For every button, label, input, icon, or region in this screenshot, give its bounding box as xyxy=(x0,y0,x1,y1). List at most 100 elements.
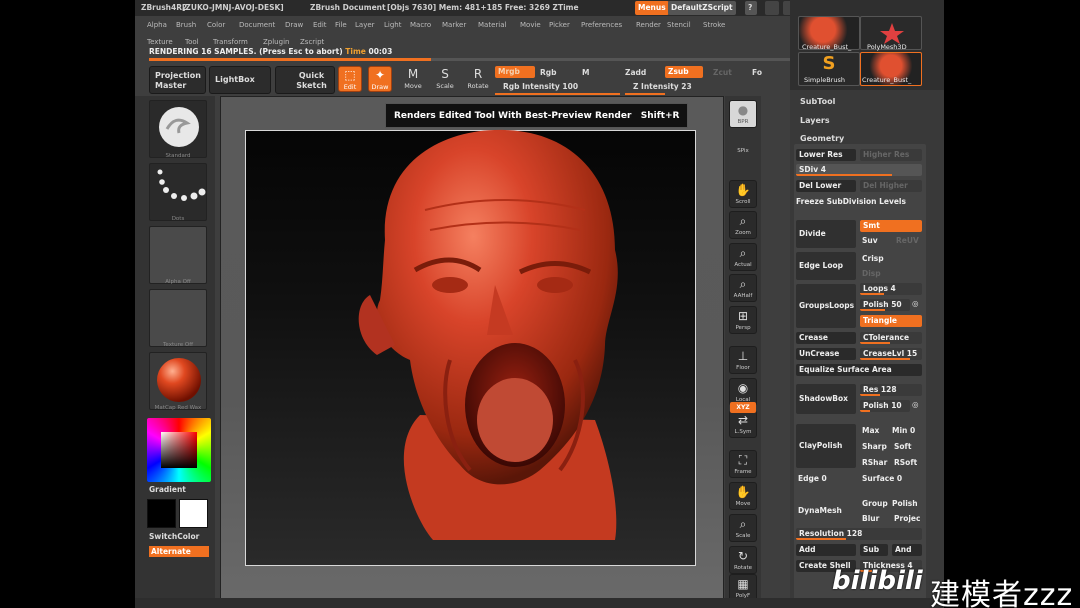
lightbox-button[interactable]: LightBox xyxy=(209,66,271,94)
claypolish-button[interactable]: ClayPolish xyxy=(796,424,856,468)
shadowbox-polish-slider[interactable]: Polish 10 xyxy=(860,400,910,412)
shelf-persp-button[interactable]: ⊞ Persp xyxy=(729,306,757,334)
ctolerance-slider[interactable]: CTolerance xyxy=(860,332,922,344)
texture-selector[interactable] xyxy=(149,289,207,347)
divide-button[interactable]: Divide xyxy=(796,220,856,248)
del-lower-button[interactable]: Del Lower xyxy=(796,180,856,192)
rshar-slider[interactable]: RShar xyxy=(862,458,887,467)
zsub-button[interactable]: Zsub xyxy=(665,66,703,78)
menu-zplugin[interactable]: Zplugin xyxy=(263,38,289,46)
rgb-intensity-slider[interactable]: Rgb Intensity 100 xyxy=(503,82,578,91)
move-mode-button[interactable]: M Move xyxy=(401,66,425,92)
zadd-button[interactable]: Zadd xyxy=(625,68,646,77)
disp-button[interactable]: Disp xyxy=(862,269,881,278)
groupsloops-button[interactable]: GroupsLoops xyxy=(796,284,856,328)
dynamesh-button[interactable]: DynaMesh xyxy=(798,506,842,515)
zcut-button[interactable]: Zcut xyxy=(713,68,732,77)
smt-button[interactable]: Smt xyxy=(860,220,922,232)
lower-res-button[interactable]: Lower Res xyxy=(796,149,856,161)
menu-tool[interactable]: Tool xyxy=(185,38,199,46)
material-selector[interactable] xyxy=(149,352,207,410)
polish-radio-icon[interactable]: ◎ xyxy=(912,299,919,308)
mrgb-button[interactable]: Mrgb xyxy=(495,66,535,78)
help-icon[interactable]: ? xyxy=(745,1,757,15)
shelf-bpr-button[interactable]: ● BPR xyxy=(729,100,757,128)
rgb-button[interactable]: Rgb xyxy=(540,68,557,77)
shadowbox-button[interactable]: ShadowBox xyxy=(796,384,856,414)
claypolish-max-slider[interactable]: Max xyxy=(862,426,879,435)
edit-mode-button[interactable]: ⬚ Edit xyxy=(338,66,362,92)
creature-bust-model[interactable] xyxy=(265,120,705,560)
scale-mode-button[interactable]: S Scale xyxy=(433,66,457,92)
menu-color[interactable]: Color xyxy=(207,21,225,29)
menu-file[interactable]: File xyxy=(335,21,347,29)
z-intensity-slider[interactable]: Z Intensity 23 xyxy=(633,82,692,91)
menu-render[interactable]: Render xyxy=(636,21,661,29)
secondary-color-swatch[interactable] xyxy=(179,499,208,528)
crease-button[interactable]: Crease xyxy=(796,332,856,344)
soft-slider[interactable]: Soft xyxy=(894,442,911,451)
dynamesh-resolution-slider[interactable]: Resolution 128 xyxy=(796,528,922,540)
quick-sketch-button[interactable]: Quick Sketch xyxy=(275,66,335,94)
del-higher-button[interactable]: Del Higher xyxy=(860,180,922,192)
shelf-spix-button[interactable]: SPix xyxy=(729,148,757,162)
creaselvl-slider[interactable]: CreaseLvl 15 xyxy=(860,348,922,360)
sdiv-slider[interactable]: SDiv 4 xyxy=(796,164,922,176)
shelf-scroll-button[interactable]: ✋ Scroll xyxy=(729,180,757,208)
menu-draw[interactable]: Draw xyxy=(285,21,303,29)
layers-section[interactable]: Layers xyxy=(800,116,830,125)
crisp-button[interactable]: Crisp xyxy=(862,254,884,263)
higher-res-button[interactable]: Higher Res xyxy=(860,149,922,161)
menus-button[interactable]: Menus xyxy=(635,1,669,15)
shelf-lsym-button[interactable]: ⇄ L.Sym xyxy=(729,410,757,438)
sharp-slider[interactable]: Sharp xyxy=(862,442,887,451)
loops-slider[interactable]: Loops 4 xyxy=(860,283,922,295)
menu-movie[interactable]: Movie xyxy=(520,21,541,29)
switchcolor-button[interactable]: SwitchColor xyxy=(149,532,199,541)
uncrease-button[interactable]: UnCrease xyxy=(796,348,856,360)
sub-button[interactable]: Sub xyxy=(860,544,888,556)
xyz-symmetry-button[interactable]: XYZ xyxy=(730,402,756,413)
shelf-frame-button[interactable]: ⛶ Frame xyxy=(729,450,757,478)
shelf-aahalf-button[interactable]: ⌕ AAHalf xyxy=(729,274,757,302)
focal-shift-slider[interactable]: Fo xyxy=(752,68,762,77)
reuv-button[interactable]: ReUV xyxy=(896,236,919,245)
gradient-button[interactable]: Gradient xyxy=(149,485,186,494)
menu-light[interactable]: Light xyxy=(384,21,401,29)
menu-edit[interactable]: Edit xyxy=(313,21,327,29)
suv-button[interactable]: Suv xyxy=(862,236,878,245)
brush-selector[interactable] xyxy=(149,100,207,158)
shelf-move-button[interactable]: ✋ Move xyxy=(729,482,757,510)
menu-zscript[interactable]: Zscript xyxy=(300,38,324,46)
projection-master-button[interactable]: Projection Master xyxy=(149,66,206,94)
shelf-scale-button[interactable]: ⌕ Scale xyxy=(729,514,757,542)
color-saturation-square[interactable] xyxy=(161,432,197,468)
menu-transform[interactable]: Transform xyxy=(213,38,248,46)
rsoft-slider[interactable]: RSoft xyxy=(894,458,917,467)
shadowbox-res-slider[interactable]: Res 128 xyxy=(860,384,922,396)
menu-marker[interactable]: Marker xyxy=(442,21,466,29)
menu-texture[interactable]: Texture xyxy=(147,38,173,46)
add-button[interactable]: Add xyxy=(796,544,856,556)
menu-stencil[interactable]: Stencil xyxy=(667,21,691,29)
color-picker[interactable] xyxy=(147,418,211,482)
menu-material[interactable]: Material xyxy=(478,21,506,29)
menu-alpha[interactable]: Alpha xyxy=(147,21,167,29)
claypolish-min-slider[interactable]: Min 0 xyxy=(892,426,915,435)
shelf-zoom-button[interactable]: ⌕ Zoom xyxy=(729,211,757,239)
menu-picker[interactable]: Picker xyxy=(549,21,570,29)
menu-document[interactable]: Document xyxy=(239,21,275,29)
edge-loop-button[interactable]: Edge Loop xyxy=(796,252,856,280)
menu-preferences[interactable]: Preferences xyxy=(581,21,622,29)
dynamesh-group-button[interactable]: Group xyxy=(862,499,888,508)
window-toggle-icon[interactable] xyxy=(765,1,779,15)
edge-slider[interactable]: Edge 0 xyxy=(798,474,827,483)
shadowbox-polish-radio-icon[interactable]: ◎ xyxy=(912,400,919,409)
surface-slider[interactable]: Surface 0 xyxy=(862,474,902,483)
menu-layer[interactable]: Layer xyxy=(355,21,375,29)
triangle-button[interactable]: Triangle xyxy=(860,315,922,327)
main-color-swatch[interactable] xyxy=(147,499,176,528)
alternate-button[interactable]: Alternate xyxy=(149,546,209,557)
polish-slider[interactable]: Polish 50 xyxy=(860,299,910,311)
shelf-rotate-button[interactable]: ↻ Rotate xyxy=(729,546,757,574)
